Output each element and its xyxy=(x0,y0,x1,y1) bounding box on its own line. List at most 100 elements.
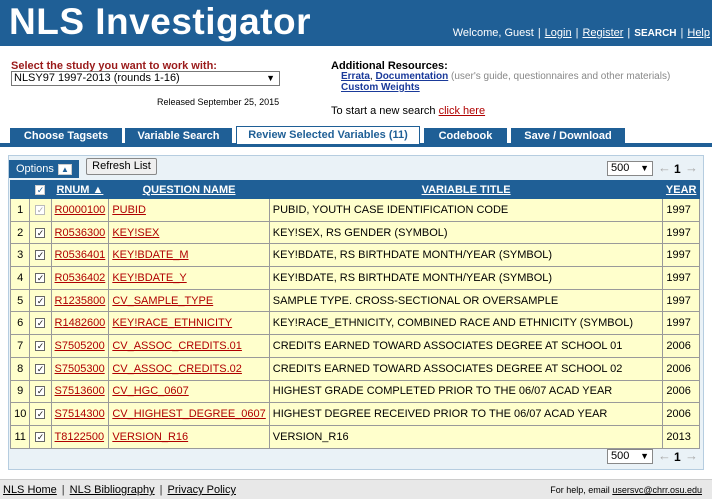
nls-home-link[interactable]: NLS Home xyxy=(3,484,57,496)
support-email-link[interactable]: usersvc@chrr.osu.edu xyxy=(612,485,702,495)
rnum-cell: T8122500 xyxy=(50,424,110,449)
row-number: 5 xyxy=(9,288,31,313)
row-checkbox[interactable]: ✓ xyxy=(35,295,46,306)
rnum-link[interactable]: T8122500 xyxy=(55,431,105,443)
header-question-name[interactable]: QUESTION NAME xyxy=(108,180,270,199)
row-checkbox[interactable]: ✓ xyxy=(35,204,46,215)
row-checkbox[interactable]: ✓ xyxy=(35,272,46,283)
question-name-link[interactable]: CV_ASSOC_CREDITS.02 xyxy=(112,363,242,375)
sort-up-icon: ▲ xyxy=(92,183,104,196)
question-name-link[interactable]: KEY!BDATE_Y xyxy=(112,272,186,284)
row-number: 10 xyxy=(9,402,31,426)
question-name-link[interactable]: CV_HIGHEST_DEGREE_0607 xyxy=(112,408,265,420)
question-name-link[interactable]: PUBID xyxy=(112,204,146,216)
question-name-cell: CV_ASSOC_CREDITS.01 xyxy=(108,334,270,358)
row-number: 7 xyxy=(9,334,31,358)
row-checkbox-cell: ✓ xyxy=(29,334,52,358)
help-link[interactable]: Help xyxy=(687,27,710,39)
row-checkbox-cell: ✓ xyxy=(29,402,52,426)
table-row: 9 ✓ S7513600 CV_HGC_0607 HIGHEST GRADE COMPL… xyxy=(9,379,700,404)
variable-year: 1997 xyxy=(662,311,700,336)
question-name-link[interactable]: CV_ASSOC_CREDITS.01 xyxy=(112,340,242,352)
tab-review-selected[interactable]: Review Selected Variables (11) xyxy=(236,126,420,144)
question-name-cell: CV_HGC_0607 xyxy=(108,379,270,404)
row-checkbox[interactable]: ✓ xyxy=(35,227,46,238)
tab-codebook[interactable]: Codebook xyxy=(424,128,507,144)
rnum-link[interactable]: R1482600 xyxy=(55,317,106,329)
question-name-link[interactable]: CV_HGC_0607 xyxy=(112,385,188,397)
release-date: Released September 25, 2015 xyxy=(157,97,280,107)
row-checkbox[interactable]: ✓ xyxy=(35,340,46,351)
search-link[interactable]: SEARCH xyxy=(634,28,676,39)
dropdown-arrow-icon: ▼ xyxy=(266,73,275,83)
refresh-list-button[interactable]: Refresh List xyxy=(86,158,157,175)
row-checkbox-cell: ✓ xyxy=(29,243,52,268)
rnum-link[interactable]: S7505300 xyxy=(55,363,105,375)
tab-save-download[interactable]: Save / Download xyxy=(511,128,625,144)
row-checkbox-cell: ✓ xyxy=(29,424,52,449)
page-size-select[interactable]: 500 ▼ xyxy=(607,449,653,464)
page-size-select[interactable]: 500 ▼ xyxy=(607,161,653,176)
row-checkbox-cell: ✓ xyxy=(29,379,52,404)
custom-weights-link[interactable]: Custom Weights xyxy=(341,82,420,93)
header-variable-title[interactable]: VARIABLE TITLE xyxy=(268,180,664,199)
errata-link[interactable]: Errata xyxy=(341,71,370,82)
rnum-link[interactable]: S7513600 xyxy=(55,385,105,397)
tab-variable-search[interactable]: Variable Search xyxy=(125,128,232,144)
row-checkbox[interactable]: ✓ xyxy=(35,318,46,329)
options-toggle[interactable]: Options ▲ xyxy=(9,160,79,178)
question-name-link[interactable]: KEY!SEX xyxy=(112,227,159,239)
select-all-checkbox[interactable]: ✓ xyxy=(35,184,46,195)
row-checkbox[interactable]: ✓ xyxy=(35,431,46,442)
nls-bibliography-link[interactable]: NLS Bibliography xyxy=(70,484,155,496)
rnum-cell: R1482600 xyxy=(50,311,110,336)
tab-choose-tagsets[interactable]: Choose Tagsets xyxy=(10,128,122,144)
variable-title: KEY!SEX, RS GENDER (SYMBOL) xyxy=(268,220,664,245)
row-checkbox[interactable]: ✓ xyxy=(35,409,46,420)
rnum-link[interactable]: R0000100 xyxy=(55,204,106,216)
help-text: For help, email xyxy=(550,485,613,495)
login-link[interactable]: Login xyxy=(545,27,572,39)
table-row: 7 ✓ S7505200 CV_ASSOC_CREDITS.01 CREDITS EAR… xyxy=(9,334,700,358)
question-name-link[interactable]: VERSION_R16 xyxy=(112,431,188,443)
page-number: 1 xyxy=(674,450,681,464)
question-name-link[interactable]: KEY!RACE_ETHNICITY xyxy=(112,317,232,329)
footer-links: NLS Home | NLS Bibliography | Privacy Policy xyxy=(3,484,236,496)
rnum-link[interactable]: R1235800 xyxy=(55,295,106,307)
rnum-cell: S7513600 xyxy=(50,379,110,404)
rnum-link[interactable]: R0536402 xyxy=(55,272,106,284)
rnum-cell: R0536300 xyxy=(50,220,110,245)
app-title: NLS Investigator xyxy=(9,1,311,42)
study-select[interactable]: NLSY97 1997-2013 (rounds 1-16) ▼ xyxy=(11,71,280,86)
row-checkbox[interactable]: ✓ xyxy=(35,250,46,261)
row-checkbox-cell: ✓ xyxy=(29,266,52,290)
rnum-link[interactable]: R0536300 xyxy=(55,227,106,239)
prev-page-icon[interactable]: ← xyxy=(658,160,671,175)
header-year[interactable]: YEAR xyxy=(662,180,700,199)
header-rnum[interactable]: RNUM ▲ xyxy=(50,180,110,199)
register-link[interactable]: Register xyxy=(582,27,623,39)
question-name-link[interactable]: KEY!BDATE_M xyxy=(112,249,188,261)
question-name-link[interactable]: CV_SAMPLE_TYPE xyxy=(112,295,213,307)
row-checkbox[interactable]: ✓ xyxy=(35,386,46,397)
next-page-icon[interactable]: → xyxy=(685,160,698,175)
row-checkbox-cell: ✓ xyxy=(29,220,52,245)
question-name-cell: KEY!BDATE_Y xyxy=(108,266,270,290)
documentation-link[interactable]: Documentation xyxy=(375,71,448,82)
variable-title: KEY!BDATE, RS BIRTHDATE MONTH/YEAR (SYMB… xyxy=(268,243,664,268)
row-number: 6 xyxy=(9,311,31,336)
rnum-link[interactable]: R0536401 xyxy=(55,249,106,261)
privacy-policy-link[interactable]: Privacy Policy xyxy=(168,484,236,496)
next-page-icon[interactable]: → xyxy=(685,448,698,463)
variable-year: 1997 xyxy=(662,288,700,313)
rnum-link[interactable]: S7514300 xyxy=(55,408,105,420)
new-search-link[interactable]: click here xyxy=(439,105,485,117)
rnum-link[interactable]: S7505200 xyxy=(55,340,105,352)
prev-page-icon[interactable]: ← xyxy=(658,448,671,463)
row-checkbox-cell: ✓ xyxy=(29,356,52,381)
row-checkbox[interactable]: ✓ xyxy=(35,363,46,374)
study-select-value: NLSY97 1997-2013 (rounds 1-16) xyxy=(14,72,180,84)
collapse-up-icon[interactable]: ▲ xyxy=(58,164,72,175)
table-row: 11 ✓ T8122500 VERSION_R16 VERSION_R16 2013 xyxy=(9,424,700,449)
page-footer: NLS Home | NLS Bibliography | Privacy Policy… xyxy=(0,479,712,499)
